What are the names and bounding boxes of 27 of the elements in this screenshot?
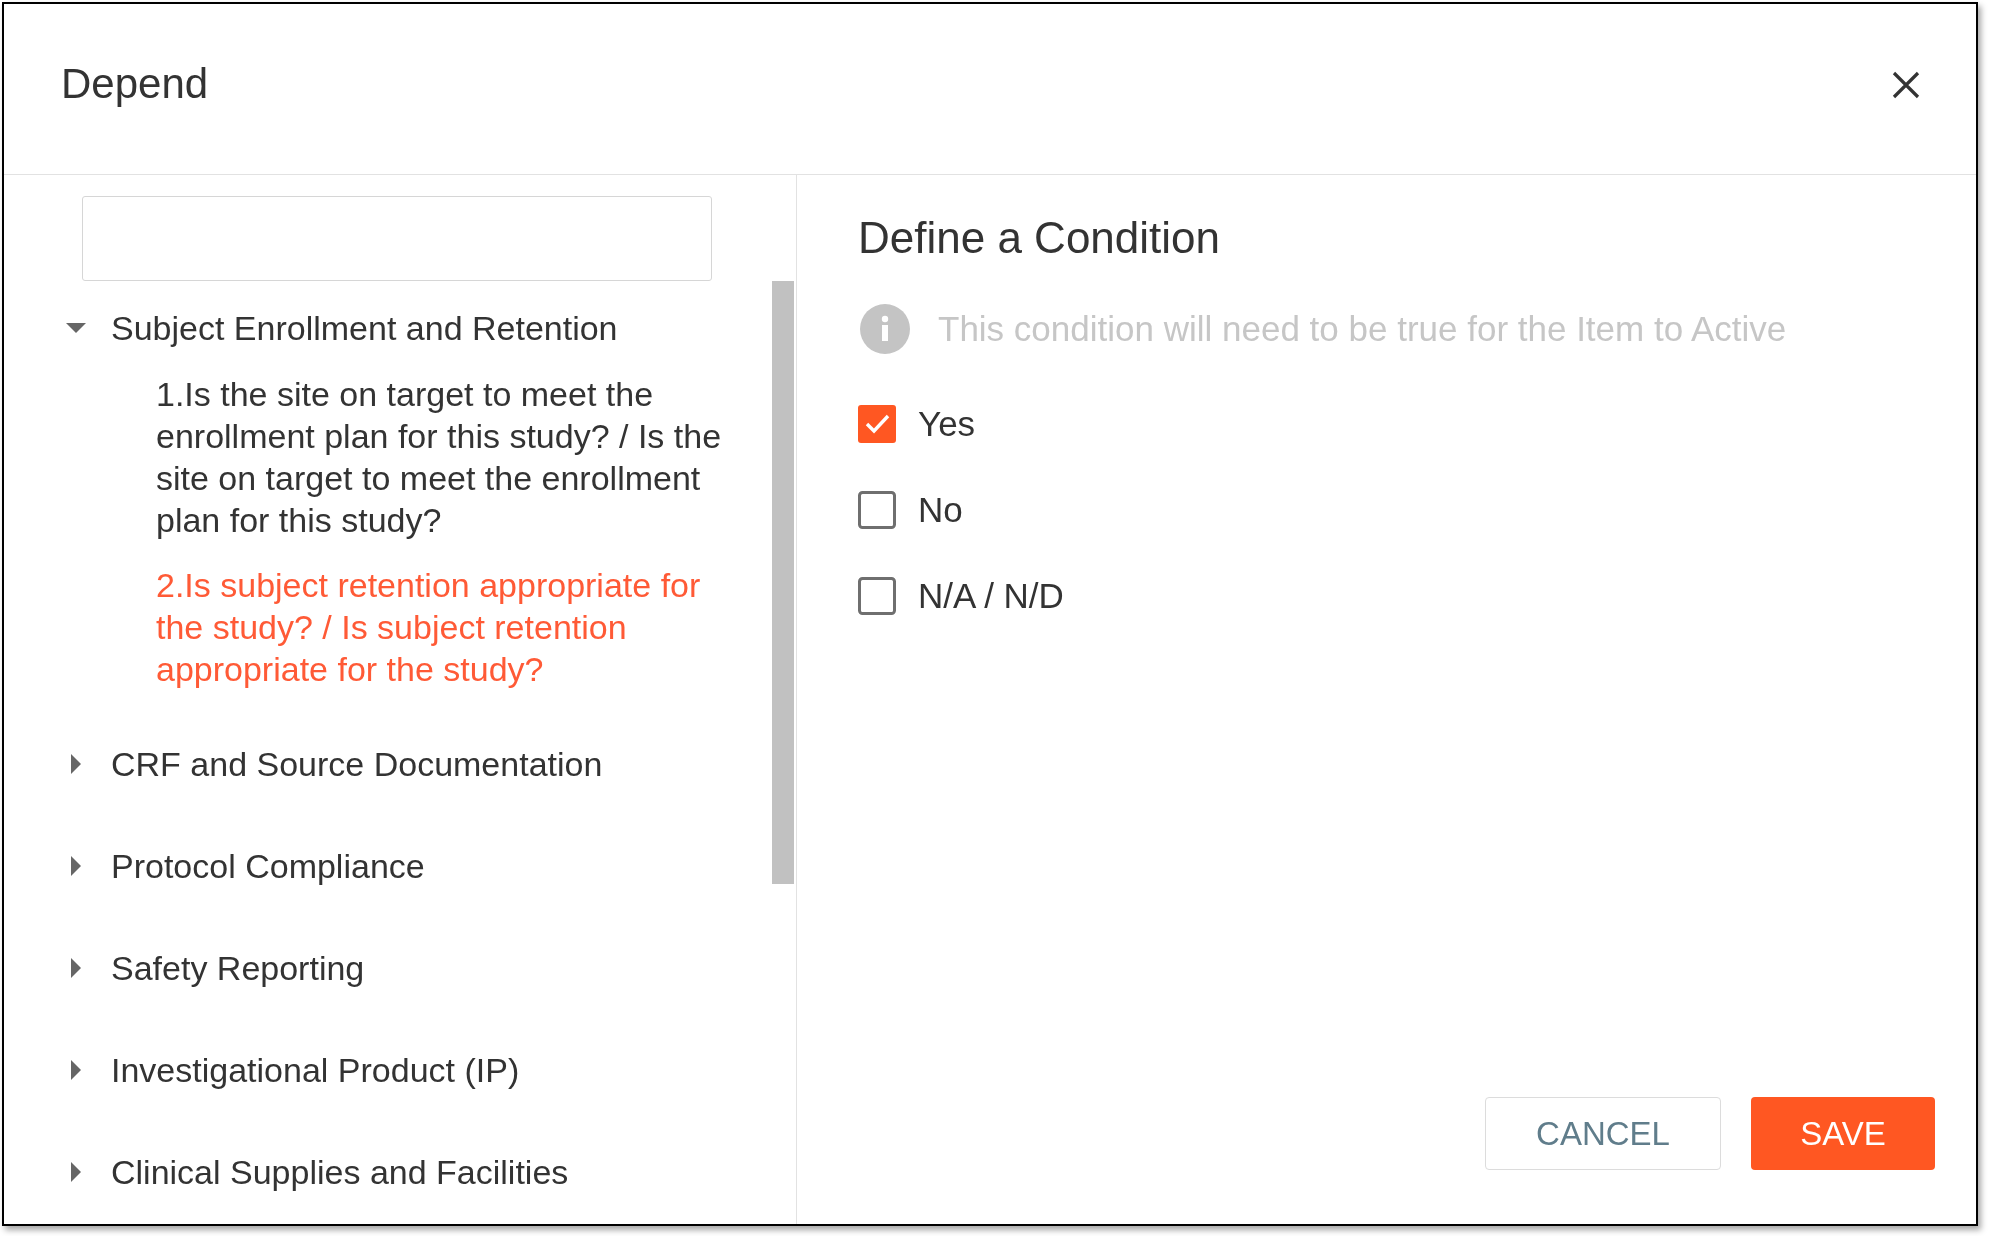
caret-right-icon[interactable] xyxy=(71,1060,81,1080)
tree-item[interactable]: 1.Is the site on target to meet the enrollment plan for this study? / Is the site on target to meet the enrollment plan for this study? xyxy=(156,373,736,541)
close-icon[interactable] xyxy=(1892,71,1920,99)
checkbox[interactable] xyxy=(858,405,896,443)
cancel-button[interactable]: CANCEL xyxy=(1485,1097,1721,1170)
hint-text: This condition will need to be true for the Item to Active xyxy=(938,308,1787,350)
info-icon xyxy=(860,304,910,354)
tree-item[interactable]: Clinical Supplies and Facilities xyxy=(66,1144,569,1200)
checkbox-label[interactable]: No xyxy=(918,490,963,530)
checkbox[interactable] xyxy=(858,491,896,529)
scrollbar-thumb[interactable] xyxy=(772,281,794,884)
checkbox[interactable] xyxy=(858,577,896,615)
tree-item[interactable]: Subject Enrollment and Retention xyxy=(66,300,618,356)
caret-right-icon[interactable] xyxy=(71,754,81,774)
caret-right-icon[interactable] xyxy=(71,1162,81,1182)
checkbox-label[interactable]: Yes xyxy=(918,404,976,444)
tree-item[interactable]: Investigational Product (IP) xyxy=(66,1042,520,1098)
caret-down-icon[interactable] xyxy=(66,323,86,333)
tree-item[interactable]: Safety Reporting xyxy=(66,940,365,996)
input-field[interactable] xyxy=(82,196,712,281)
dialog-title: Depend xyxy=(61,59,209,109)
tree-item[interactable]: CRF and Source Documentation xyxy=(66,736,603,792)
tree-item[interactable]: Protocol Compliance xyxy=(66,838,425,894)
caret-right-icon[interactable] xyxy=(71,856,81,876)
checkbox-label[interactable]: N/A / N/D xyxy=(918,576,1064,616)
caret-right-icon[interactable] xyxy=(71,958,81,978)
section-title: Define a Condition xyxy=(858,212,1220,264)
